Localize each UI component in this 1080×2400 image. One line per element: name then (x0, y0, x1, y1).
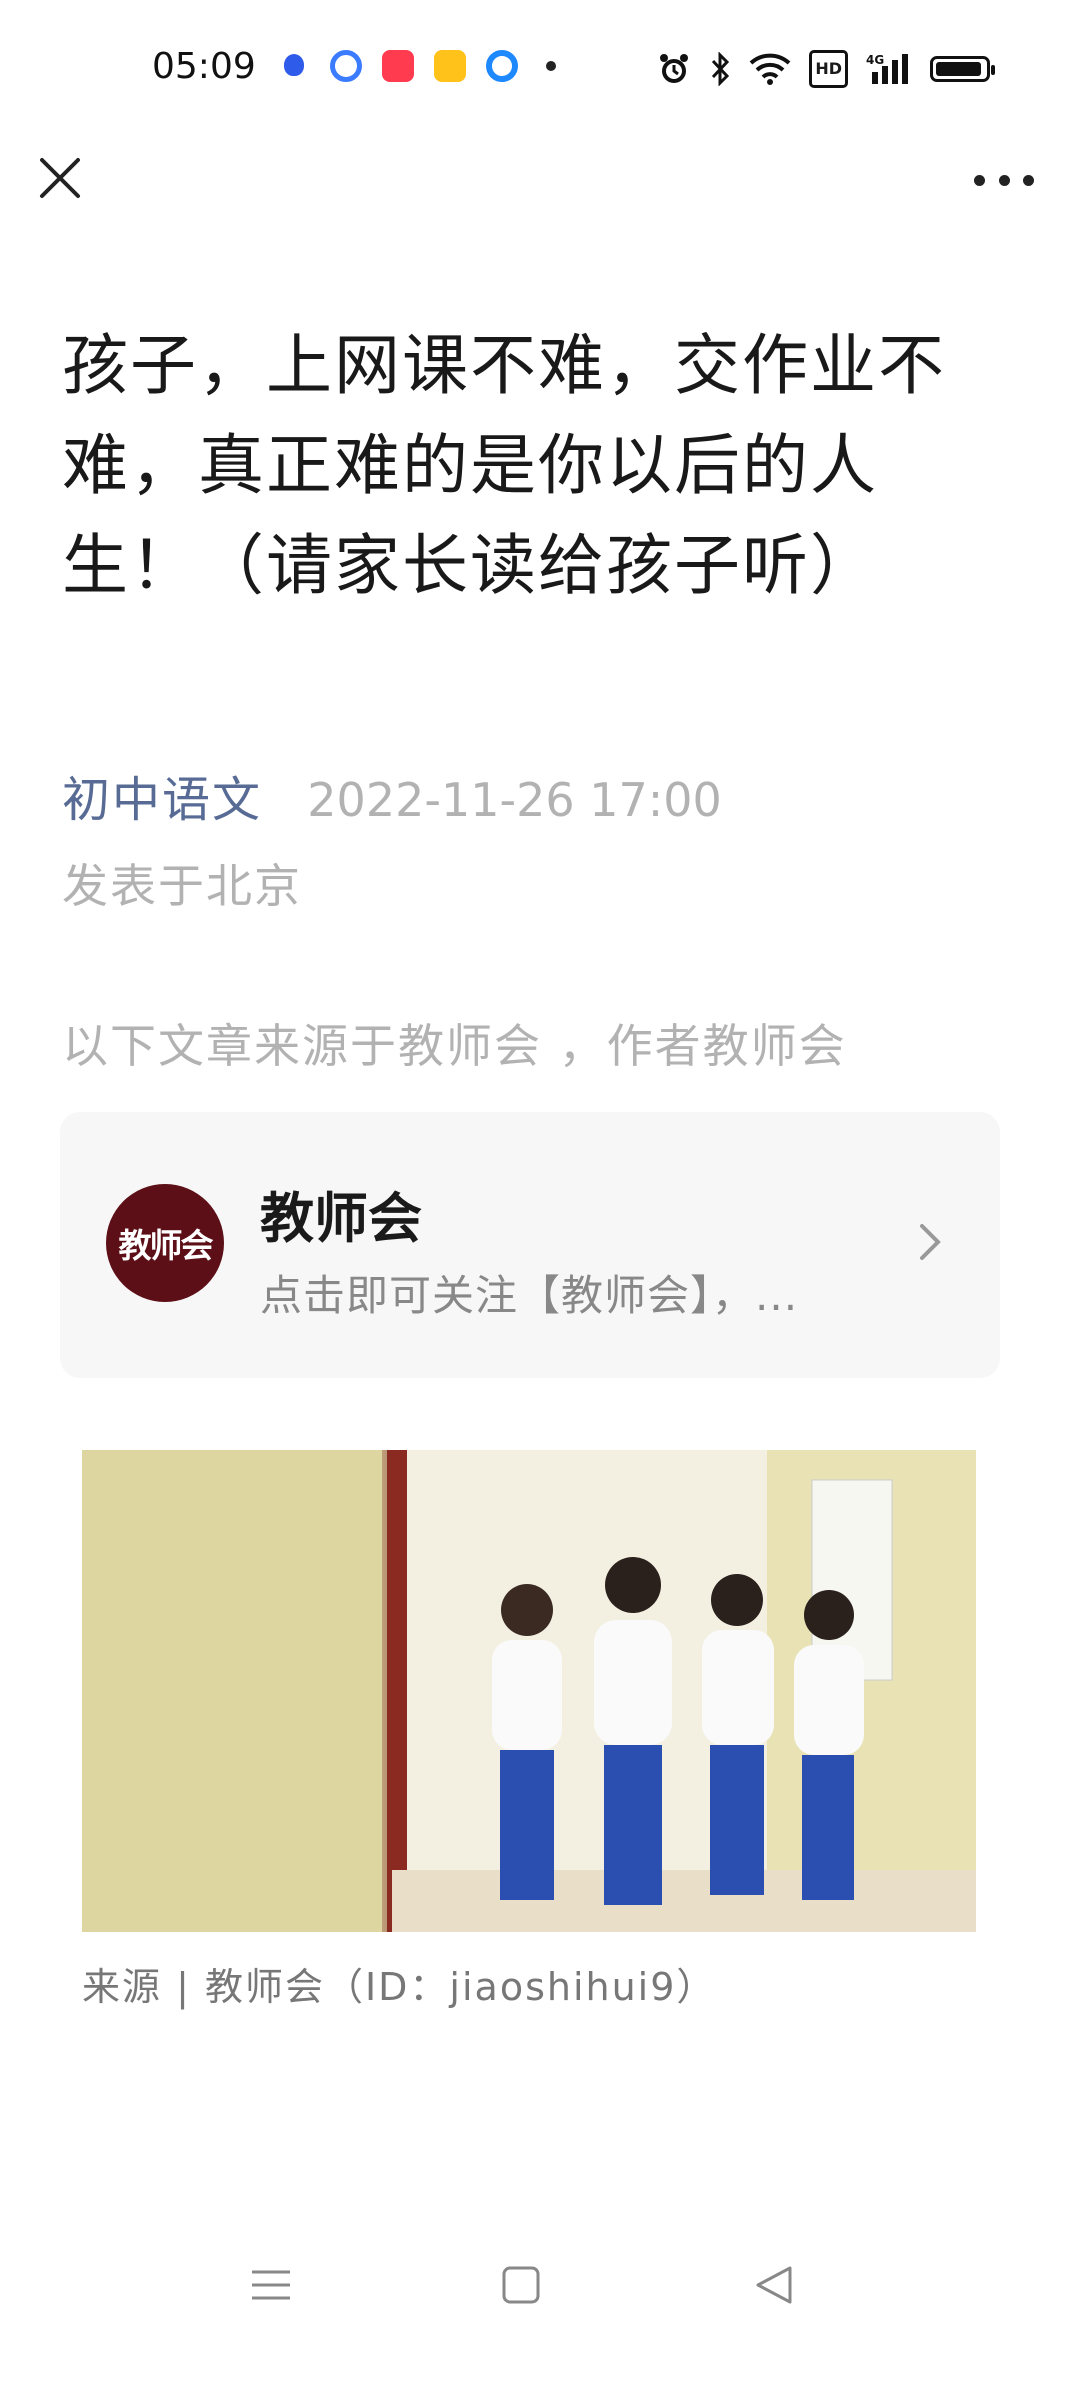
status-time: 05:09 (152, 46, 256, 87)
author-link[interactable]: 初中语文 (62, 772, 262, 828)
article-title: 孩子，上网课不难，交作业不难，真正难的是你以后的人生！（请家长读给孩子听） (62, 327, 946, 604)
back-icon[interactable] (750, 2260, 800, 2310)
wifi-icon (749, 53, 791, 85)
avatar: 教师会 (106, 1184, 224, 1302)
more-options-button[interactable] (974, 160, 1034, 200)
system-nav-bar (0, 2230, 1080, 2340)
close-icon (40, 158, 80, 198)
home-icon[interactable] (496, 2260, 546, 2310)
bluetooth-icon (709, 52, 731, 86)
baidu-icon (278, 50, 310, 82)
account-description: 点击即可关注【教师会】，... (260, 1271, 799, 1320)
status-bar: 05:09 HD 4G (0, 0, 1080, 140)
account-name: 教师会 (260, 1187, 422, 1250)
svg-text:4G: 4G (866, 53, 884, 67)
source-note: 以下文章来源于教师会 ，作者教师会 (62, 1019, 847, 1073)
yellow-app-icon (434, 50, 466, 82)
q-browser-icon (330, 50, 362, 82)
battery-icon (930, 56, 995, 82)
menu-icon[interactable] (246, 2260, 296, 2310)
students-photo (82, 1450, 976, 1932)
publish-location: 发表于北京 (62, 859, 302, 913)
hd-icon: HD (809, 50, 848, 88)
more-dot-icon (1023, 174, 1034, 186)
more-dot-icon (546, 61, 556, 71)
chevron-right-icon (920, 1224, 941, 1260)
more-dot-icon (974, 174, 985, 186)
blue-circle-app-icon (486, 50, 518, 82)
alarm-icon (657, 53, 691, 85)
close-button[interactable] (34, 152, 86, 204)
image-caption: 来源 | 教师会（ID：jiaoshihui9） (82, 1965, 717, 2009)
more-dot-icon (998, 174, 1010, 186)
system-icons: HD 4G (657, 50, 995, 88)
red-app-icon (382, 50, 414, 82)
article-meta: 初中语文 2022-11-26 17:00 (62, 760, 722, 830)
account-card[interactable]: 教师会 教师会 点击即可关注【教师会】，... (60, 1112, 1000, 1378)
signal-4g-icon: 4G (866, 53, 912, 85)
publish-date: 2022-11-26 17:00 (307, 773, 722, 827)
article-image[interactable] (82, 1450, 976, 1932)
notification-icons (278, 50, 556, 82)
